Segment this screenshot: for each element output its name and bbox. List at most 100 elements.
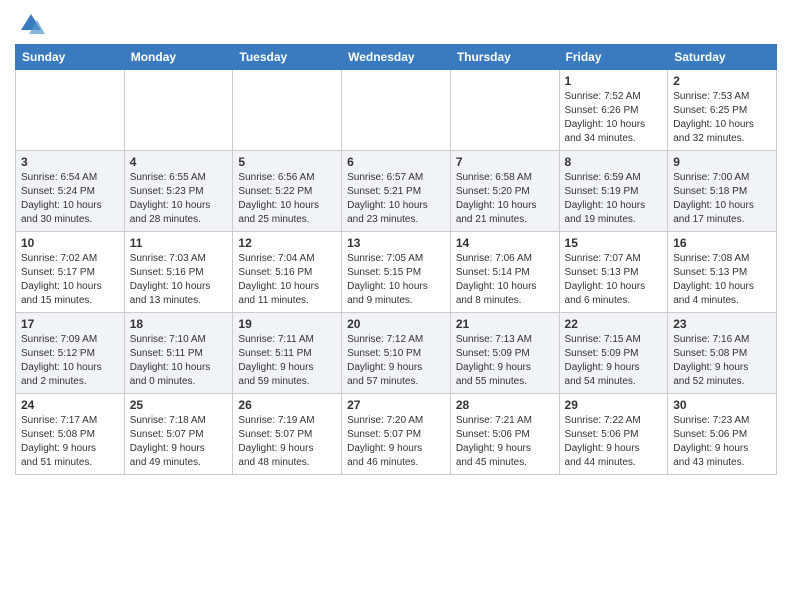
calendar-cell: 17Sunrise: 7:09 AM Sunset: 5:12 PM Dayli… xyxy=(16,313,125,394)
day-info: Sunrise: 7:02 AM Sunset: 5:17 PM Dayligh… xyxy=(21,252,119,308)
day-info: Sunrise: 7:19 AM Sunset: 5:07 PM Dayligh… xyxy=(238,414,336,470)
day-info: Sunrise: 7:53 AM Sunset: 6:25 PM Dayligh… xyxy=(673,90,771,146)
day-info: Sunrise: 7:10 AM Sunset: 5:11 PM Dayligh… xyxy=(130,333,228,389)
day-number: 10 xyxy=(21,236,119,250)
day-number: 9 xyxy=(673,155,771,169)
week-row-1: 1Sunrise: 7:52 AM Sunset: 6:26 PM Daylig… xyxy=(16,70,777,151)
calendar-cell xyxy=(233,70,342,151)
calendar-cell: 25 Sunrise: 7:18 AM Sunset: 5:07 PM Dayli… xyxy=(124,394,233,475)
day-info: Sunrise: 7:13 AM Sunset: 5:09 PM Dayligh… xyxy=(456,333,554,389)
calendar-cell: 30Sunrise: 7:23 AM Sunset: 5:06 PM Dayli… xyxy=(668,394,777,475)
calendar-cell: 2 Sunrise: 7:53 AM Sunset: 6:25 PM Daylig… xyxy=(668,70,777,151)
calendar-cell: 9 Sunrise: 7:00 AM Sunset: 5:18 PM Daylig… xyxy=(668,151,777,232)
weekday-header-sunday: Sunday xyxy=(16,45,125,70)
day-number: 26 xyxy=(238,398,336,412)
day-number: 2 xyxy=(673,74,771,88)
calendar-cell: 6 Sunrise: 6:57 AM Sunset: 5:21 PM Daylig… xyxy=(342,151,451,232)
calendar-cell: 26 Sunrise: 7:19 AM Sunset: 5:07 PM Dayli… xyxy=(233,394,342,475)
day-number: 8 xyxy=(565,155,663,169)
day-info: Sunrise: 6:57 AM Sunset: 5:21 PM Dayligh… xyxy=(347,171,445,227)
calendar-cell xyxy=(124,70,233,151)
day-info: Sunrise: 6:59 AM Sunset: 5:19 PM Dayligh… xyxy=(565,171,663,227)
calendar-cell: 22 Sunrise: 7:15 AM Sunset: 5:09 PM Dayli… xyxy=(559,313,668,394)
day-number: 24 xyxy=(21,398,119,412)
day-number: 27 xyxy=(347,398,445,412)
day-number: 23 xyxy=(673,317,771,331)
weekday-header-row: SundayMondayTuesdayWednesdayThursdayFrid… xyxy=(16,45,777,70)
calendar-cell: 18 Sunrise: 7:10 AM Sunset: 5:11 PM Dayli… xyxy=(124,313,233,394)
weekday-header-thursday: Thursday xyxy=(450,45,559,70)
day-info: Sunrise: 7:05 AM Sunset: 5:15 PM Dayligh… xyxy=(347,252,445,308)
day-info: Sunrise: 7:12 AM Sunset: 5:10 PM Dayligh… xyxy=(347,333,445,389)
day-number: 25 xyxy=(130,398,228,412)
calendar-cell: 24 Sunrise: 7:17 AM Sunset: 5:08 PM Dayli… xyxy=(16,394,125,475)
day-number: 14 xyxy=(456,236,554,250)
day-number: 16 xyxy=(673,236,771,250)
day-info: Sunrise: 7:52 AM Sunset: 6:26 PM Dayligh… xyxy=(565,90,663,146)
day-info: Sunrise: 7:08 AM Sunset: 5:13 PM Dayligh… xyxy=(673,252,771,308)
day-info: Sunrise: 7:16 AM Sunset: 5:08 PM Dayligh… xyxy=(673,333,771,389)
day-number: 4 xyxy=(130,155,228,169)
day-info: Sunrise: 7:23 AM Sunset: 5:06 PM Dayligh… xyxy=(673,414,771,470)
weekday-header-saturday: Saturday xyxy=(668,45,777,70)
page: SundayMondayTuesdayWednesdayThursdayFrid… xyxy=(0,0,792,485)
day-number: 21 xyxy=(456,317,554,331)
calendar-cell: 7 Sunrise: 6:58 AM Sunset: 5:20 PM Daylig… xyxy=(450,151,559,232)
day-number: 19 xyxy=(238,317,336,331)
day-number: 5 xyxy=(238,155,336,169)
day-number: 13 xyxy=(347,236,445,250)
calendar-cell: 16 Sunrise: 7:08 AM Sunset: 5:13 PM Dayli… xyxy=(668,232,777,313)
calendar-cell: 12 Sunrise: 7:04 AM Sunset: 5:16 PM Dayli… xyxy=(233,232,342,313)
day-info: Sunrise: 7:07 AM Sunset: 5:13 PM Dayligh… xyxy=(565,252,663,308)
day-number: 3 xyxy=(21,155,119,169)
day-info: Sunrise: 6:56 AM Sunset: 5:22 PM Dayligh… xyxy=(238,171,336,227)
day-info: Sunrise: 6:58 AM Sunset: 5:20 PM Dayligh… xyxy=(456,171,554,227)
calendar-cell: 29 Sunrise: 7:22 AM Sunset: 5:06 PM Dayli… xyxy=(559,394,668,475)
day-info: Sunrise: 7:22 AM Sunset: 5:06 PM Dayligh… xyxy=(565,414,663,470)
day-number: 12 xyxy=(238,236,336,250)
day-info: Sunrise: 7:11 AM Sunset: 5:11 PM Dayligh… xyxy=(238,333,336,389)
day-number: 11 xyxy=(130,236,228,250)
day-info: Sunrise: 7:03 AM Sunset: 5:16 PM Dayligh… xyxy=(130,252,228,308)
calendar-cell: 11 Sunrise: 7:03 AM Sunset: 5:16 PM Dayli… xyxy=(124,232,233,313)
day-info: Sunrise: 7:17 AM Sunset: 5:08 PM Dayligh… xyxy=(21,414,119,470)
calendar-cell: 13 Sunrise: 7:05 AM Sunset: 5:15 PM Dayli… xyxy=(342,232,451,313)
calendar-cell: 5 Sunrise: 6:56 AM Sunset: 5:22 PM Daylig… xyxy=(233,151,342,232)
day-number: 28 xyxy=(456,398,554,412)
logo xyxy=(15,10,45,38)
day-info: Sunrise: 7:18 AM Sunset: 5:07 PM Dayligh… xyxy=(130,414,228,470)
calendar-cell: 14Sunrise: 7:06 AM Sunset: 5:14 PM Dayli… xyxy=(450,232,559,313)
week-row-3: 10 Sunrise: 7:02 AM Sunset: 5:17 PM Dayli… xyxy=(16,232,777,313)
calendar-cell: 20 Sunrise: 7:12 AM Sunset: 5:10 PM Dayli… xyxy=(342,313,451,394)
day-info: Sunrise: 7:00 AM Sunset: 5:18 PM Dayligh… xyxy=(673,171,771,227)
day-info: Sunrise: 7:21 AM Sunset: 5:06 PM Dayligh… xyxy=(456,414,554,470)
day-info: Sunrise: 6:55 AM Sunset: 5:23 PM Dayligh… xyxy=(130,171,228,227)
week-row-2: 3Sunrise: 6:54 AM Sunset: 5:24 PM Daylig… xyxy=(16,151,777,232)
day-number: 6 xyxy=(347,155,445,169)
calendar-cell: 10 Sunrise: 7:02 AM Sunset: 5:17 PM Dayli… xyxy=(16,232,125,313)
day-number: 15 xyxy=(565,236,663,250)
weekday-header-friday: Friday xyxy=(559,45,668,70)
calendar-cell: 15 Sunrise: 7:07 AM Sunset: 5:13 PM Dayli… xyxy=(559,232,668,313)
day-number: 7 xyxy=(456,155,554,169)
calendar-cell xyxy=(342,70,451,151)
day-number: 29 xyxy=(565,398,663,412)
header xyxy=(15,10,777,38)
calendar-cell xyxy=(16,70,125,151)
calendar-cell: 8 Sunrise: 6:59 AM Sunset: 5:19 PM Daylig… xyxy=(559,151,668,232)
day-number: 18 xyxy=(130,317,228,331)
logo-icon xyxy=(17,10,45,38)
day-info: Sunrise: 7:20 AM Sunset: 5:07 PM Dayligh… xyxy=(347,414,445,470)
day-number: 22 xyxy=(565,317,663,331)
calendar-table: SundayMondayTuesdayWednesdayThursdayFrid… xyxy=(15,44,777,475)
weekday-header-tuesday: Tuesday xyxy=(233,45,342,70)
day-number: 20 xyxy=(347,317,445,331)
calendar-cell: 19 Sunrise: 7:11 AM Sunset: 5:11 PM Dayli… xyxy=(233,313,342,394)
day-info: Sunrise: 7:04 AM Sunset: 5:16 PM Dayligh… xyxy=(238,252,336,308)
calendar-cell: 21 Sunrise: 7:13 AM Sunset: 5:09 PM Dayli… xyxy=(450,313,559,394)
calendar-cell xyxy=(450,70,559,151)
weekday-header-wednesday: Wednesday xyxy=(342,45,451,70)
calendar-cell: 23 Sunrise: 7:16 AM Sunset: 5:08 PM Dayli… xyxy=(668,313,777,394)
calendar-cell: 4 Sunrise: 6:55 AM Sunset: 5:23 PM Daylig… xyxy=(124,151,233,232)
day-info: Sunrise: 7:15 AM Sunset: 5:09 PM Dayligh… xyxy=(565,333,663,389)
